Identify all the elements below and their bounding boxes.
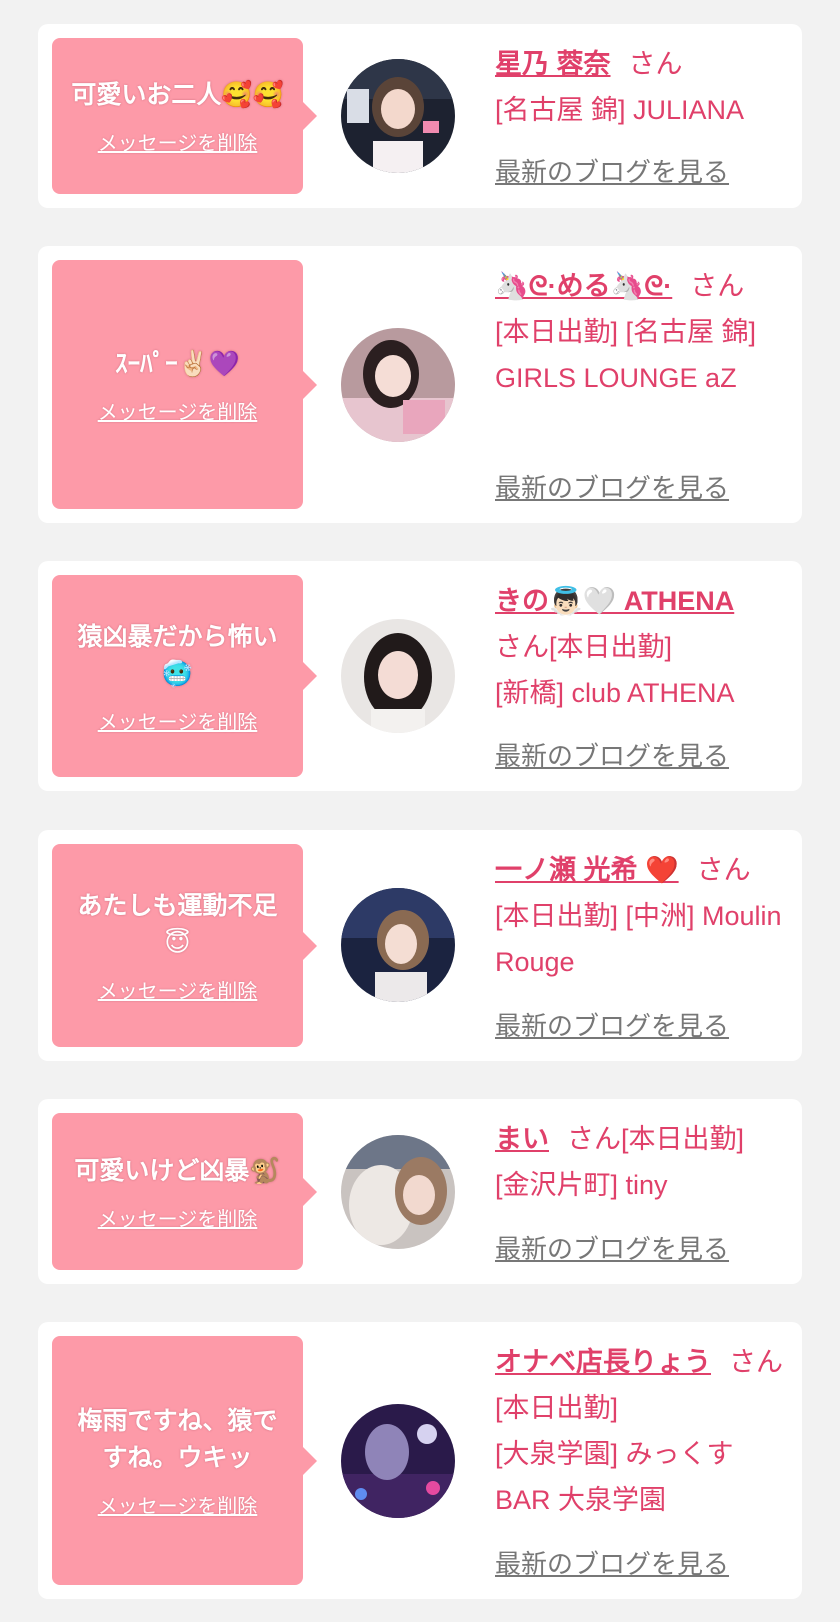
message-text: 可愛いけど凶暴🐒 bbox=[74, 1155, 281, 1185]
avatar[interactable] bbox=[341, 619, 455, 733]
cast-details: [新橋] club ATHENA bbox=[495, 678, 735, 708]
cast-name-link[interactable]: 一ノ瀬 光希 ❤️ bbox=[495, 855, 679, 885]
cast-info: まい さん[本日出勤] [金沢片町] tiny bbox=[495, 1116, 788, 1208]
cast-details: [本日出勤] [中洲] Moulin Rouge bbox=[495, 901, 782, 977]
cast-name-suffix: さん bbox=[628, 49, 683, 79]
message-card: ｽｰﾊﾟｰ✌🏻💜 メッセージを削除 🦄ᘓ·める🦄ᘓ· さん [本日出勤] [名古屋… bbox=[38, 246, 802, 523]
avatar[interactable] bbox=[341, 59, 455, 173]
cast-name-suffix: さん[本日出勤] bbox=[567, 1124, 745, 1154]
message-text: あたしも運動不足😇 bbox=[77, 891, 278, 957]
avatar[interactable] bbox=[341, 1135, 455, 1249]
avatar[interactable] bbox=[341, 1404, 455, 1518]
message-card: 梅雨ですね、猿ですね。ウキッ メッセージを削除 オナベ店長りょう さん[本日出勤]… bbox=[38, 1322, 802, 1599]
avatar[interactable] bbox=[341, 888, 455, 1002]
cast-details: [金沢片町] tiny bbox=[495, 1170, 668, 1200]
cast-info: 星乃 蓉奈 さん [名古屋 錦] JULIANA bbox=[495, 41, 788, 133]
cast-details: [大泉学園] みっくすBAR 大泉学園 bbox=[495, 1439, 734, 1515]
cast-info: オナベ店長りょう さん[本日出勤] [大泉学園] みっくすBAR 大泉学園 bbox=[495, 1339, 788, 1523]
message-card: 可愛いけど凶暴🐒 メッセージを削除 まい さん[本日出勤] [金沢片町] tiny… bbox=[38, 1099, 802, 1284]
cast-details: [名古屋 錦] JULIANA bbox=[495, 95, 745, 125]
cast-name-suffix: さん bbox=[696, 855, 751, 885]
cast-name-link[interactable]: オナベ店長りょう bbox=[495, 1347, 711, 1377]
cast-info: 一ノ瀬 光希 ❤️ さん [本日出勤] [中洲] Moulin Rouge bbox=[495, 847, 788, 985]
latest-blog-link[interactable]: 最新のブログを見る bbox=[495, 152, 729, 189]
message-bubble: ｽｰﾊﾟｰ✌🏻💜 メッセージを削除 bbox=[52, 260, 317, 509]
latest-blog-link[interactable]: 最新のブログを見る bbox=[495, 1544, 729, 1581]
cast-name-link[interactable]: まい bbox=[495, 1124, 549, 1154]
cast-info: 🦄ᘓ·める🦄ᘓ· さん [本日出勤] [名古屋 錦] GIRLS LOUNGE a… bbox=[495, 263, 788, 401]
message-bubble: あたしも運動不足😇 メッセージを削除 bbox=[52, 844, 317, 1047]
message-bubble: 可愛いけど凶暴🐒 メッセージを削除 bbox=[52, 1113, 317, 1270]
message-card: あたしも運動不足😇 メッセージを削除 一ノ瀬 光希 ❤️ さん [本日出勤] [中… bbox=[38, 830, 802, 1061]
message-card: 可愛いお二人🥰🥰 メッセージを削除 星乃 蓉奈 さん [名古屋 錦] JULIAN… bbox=[38, 24, 802, 208]
avatar[interactable] bbox=[341, 328, 455, 442]
cast-info: きの👼🏻🤍 ATHENA さん[本日出勤] [新橋] club ATHENA bbox=[495, 578, 788, 716]
latest-blog-link[interactable]: 最新のブログを見る bbox=[495, 1006, 729, 1043]
message-text: 猿凶暴だから怖い🥶 bbox=[77, 621, 278, 688]
cast-name-link[interactable]: 星乃 蓉奈 bbox=[495, 49, 611, 79]
delete-message-link[interactable]: メッセージを削除 bbox=[98, 127, 258, 156]
message-text: 梅雨ですね、猿ですね。ウキッ bbox=[77, 1406, 278, 1472]
message-bubble: 梅雨ですね、猿ですね。ウキッ メッセージを削除 bbox=[52, 1336, 317, 1585]
message-card: 猿凶暴だから怖い🥶 メッセージを削除 きの👼🏻🤍 ATHENA さん[本日出勤]… bbox=[38, 561, 802, 791]
latest-blog-link[interactable]: 最新のブログを見る bbox=[495, 468, 729, 505]
cast-name-suffix: さん[本日出勤] bbox=[495, 632, 673, 662]
message-bubble: 猿凶暴だから怖い🥶 メッセージを削除 bbox=[52, 575, 317, 777]
delete-message-link[interactable]: メッセージを削除 bbox=[98, 1203, 258, 1232]
cast-details: [本日出勤] [名古屋 錦] GIRLS LOUNGE aZ bbox=[495, 317, 757, 393]
latest-blog-link[interactable]: 最新のブログを見る bbox=[495, 736, 729, 773]
message-text: 可愛いお二人🥰🥰 bbox=[71, 80, 284, 109]
message-text: ｽｰﾊﾟｰ✌🏻💜 bbox=[115, 348, 240, 378]
delete-message-link[interactable]: メッセージを削除 bbox=[98, 706, 258, 735]
delete-message-link[interactable]: メッセージを削除 bbox=[98, 1490, 258, 1519]
delete-message-link[interactable]: メッセージを削除 bbox=[98, 975, 258, 1004]
cast-name-link[interactable]: きの👼🏻🤍 ATHENA bbox=[495, 586, 734, 616]
latest-blog-link[interactable]: 最新のブログを見る bbox=[495, 1229, 729, 1266]
cast-name-suffix: さん bbox=[690, 271, 745, 301]
delete-message-link[interactable]: メッセージを削除 bbox=[98, 396, 258, 425]
message-bubble: 可愛いお二人🥰🥰 メッセージを削除 bbox=[52, 38, 317, 194]
cast-name-link[interactable]: 🦄ᘓ·める🦄ᘓ· bbox=[495, 271, 672, 301]
